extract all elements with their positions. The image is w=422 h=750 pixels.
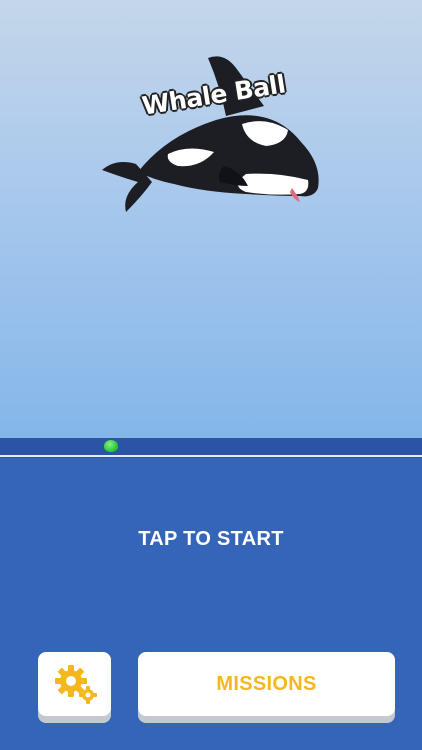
waterline <box>0 455 422 457</box>
green-ball <box>104 440 118 452</box>
orca-whale-mascot <box>102 56 319 212</box>
missions-button[interactable]: MISSIONS <box>138 652 395 716</box>
gear-icon <box>55 665 97 704</box>
tap-to-start-prompt[interactable]: TAP TO START <box>0 528 422 551</box>
missions-label: MISSIONS <box>216 672 317 695</box>
settings-button[interactable] <box>38 652 111 716</box>
